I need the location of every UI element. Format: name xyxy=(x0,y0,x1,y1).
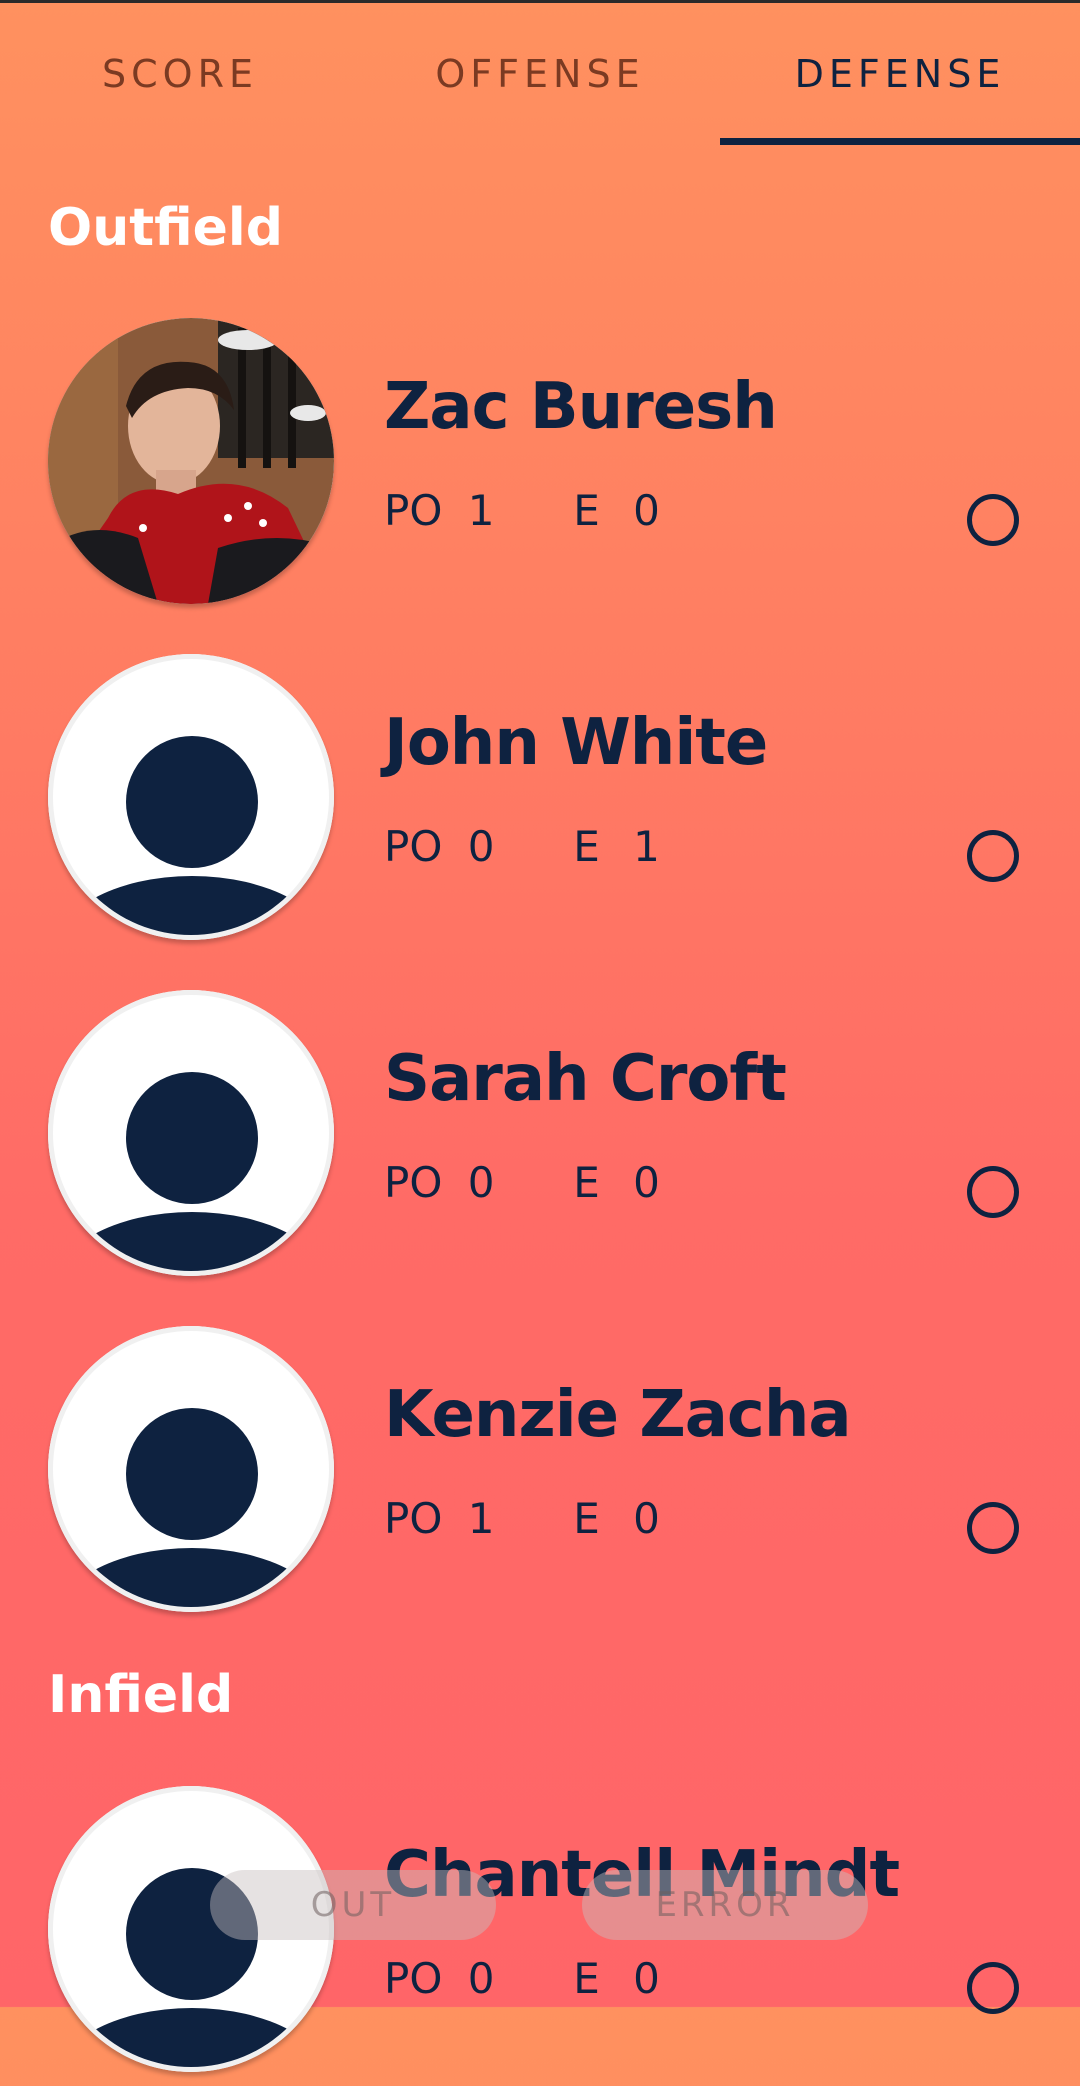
po-label: PO xyxy=(384,1494,443,1543)
active-tab-indicator xyxy=(720,138,1080,145)
section-header-infield: Infield xyxy=(48,1665,234,1725)
player-row[interactable]: Chantell Mindt PO 0 E 0 xyxy=(0,1786,1080,2086)
player-row[interactable]: Zac Buresh PO 1 E 0 xyxy=(0,318,1080,618)
out-button[interactable]: OUT xyxy=(210,1870,496,1940)
player-name: John White xyxy=(384,706,768,780)
player-name: Zac Buresh xyxy=(384,370,778,444)
e-value: 0 xyxy=(633,1494,660,1543)
po-value: 0 xyxy=(467,1158,495,1207)
e-value: 0 xyxy=(633,486,660,535)
player-row[interactable]: John White PO 0 E 1 xyxy=(0,654,1080,954)
e-value: 1 xyxy=(633,822,660,871)
tab-bar: SCORE OFFENSE DEFENSE xyxy=(0,0,1080,148)
po-value: 0 xyxy=(467,822,495,871)
avatar-photo xyxy=(48,318,334,604)
po-value: 1 xyxy=(467,486,495,535)
e-label: E xyxy=(573,1494,600,1543)
select-radio-button[interactable] xyxy=(967,1166,1019,1218)
select-radio-button[interactable] xyxy=(967,830,1019,882)
default-person-icon xyxy=(48,654,334,940)
e-label: E xyxy=(573,1954,600,2003)
po-value: 0 xyxy=(467,1954,495,2003)
tab-defense[interactable]: DEFENSE xyxy=(720,52,1080,96)
default-person-icon xyxy=(48,1326,334,1612)
po-label: PO xyxy=(384,1954,443,2003)
select-radio-button[interactable] xyxy=(967,1962,1019,2014)
select-radio-button[interactable] xyxy=(967,1502,1019,1554)
po-value: 1 xyxy=(467,1494,495,1543)
player-stats: PO 0 E 0 xyxy=(384,1954,660,2003)
player-stats: PO 1 E 0 xyxy=(384,1494,660,1543)
po-label: PO xyxy=(384,1158,443,1207)
section-header-outfield: Outfield xyxy=(48,198,283,258)
e-value: 0 xyxy=(633,1954,660,2003)
tab-offense[interactable]: OFFENSE xyxy=(360,52,720,96)
po-label: PO xyxy=(384,486,443,535)
e-label: E xyxy=(573,1158,600,1207)
po-label: PO xyxy=(384,822,443,871)
player-name: Sarah Croft xyxy=(384,1042,787,1116)
player-name: Kenzie Zacha xyxy=(384,1378,852,1452)
player-row[interactable]: Sarah Croft PO 0 E 0 xyxy=(0,990,1080,1290)
player-stats: PO 0 E 0 xyxy=(384,1158,660,1207)
e-label: E xyxy=(573,486,600,535)
player-row[interactable]: Kenzie Zacha PO 1 E 0 xyxy=(0,1326,1080,1626)
player-stats: PO 0 E 1 xyxy=(384,822,660,871)
default-person-icon xyxy=(48,990,334,1276)
e-label: E xyxy=(573,822,600,871)
e-value: 0 xyxy=(633,1158,660,1207)
error-button[interactable]: ERROR xyxy=(582,1870,868,1940)
player-stats: PO 1 E 0 xyxy=(384,486,660,535)
select-radio-button[interactable] xyxy=(967,494,1019,546)
tab-score[interactable]: SCORE xyxy=(0,52,360,96)
